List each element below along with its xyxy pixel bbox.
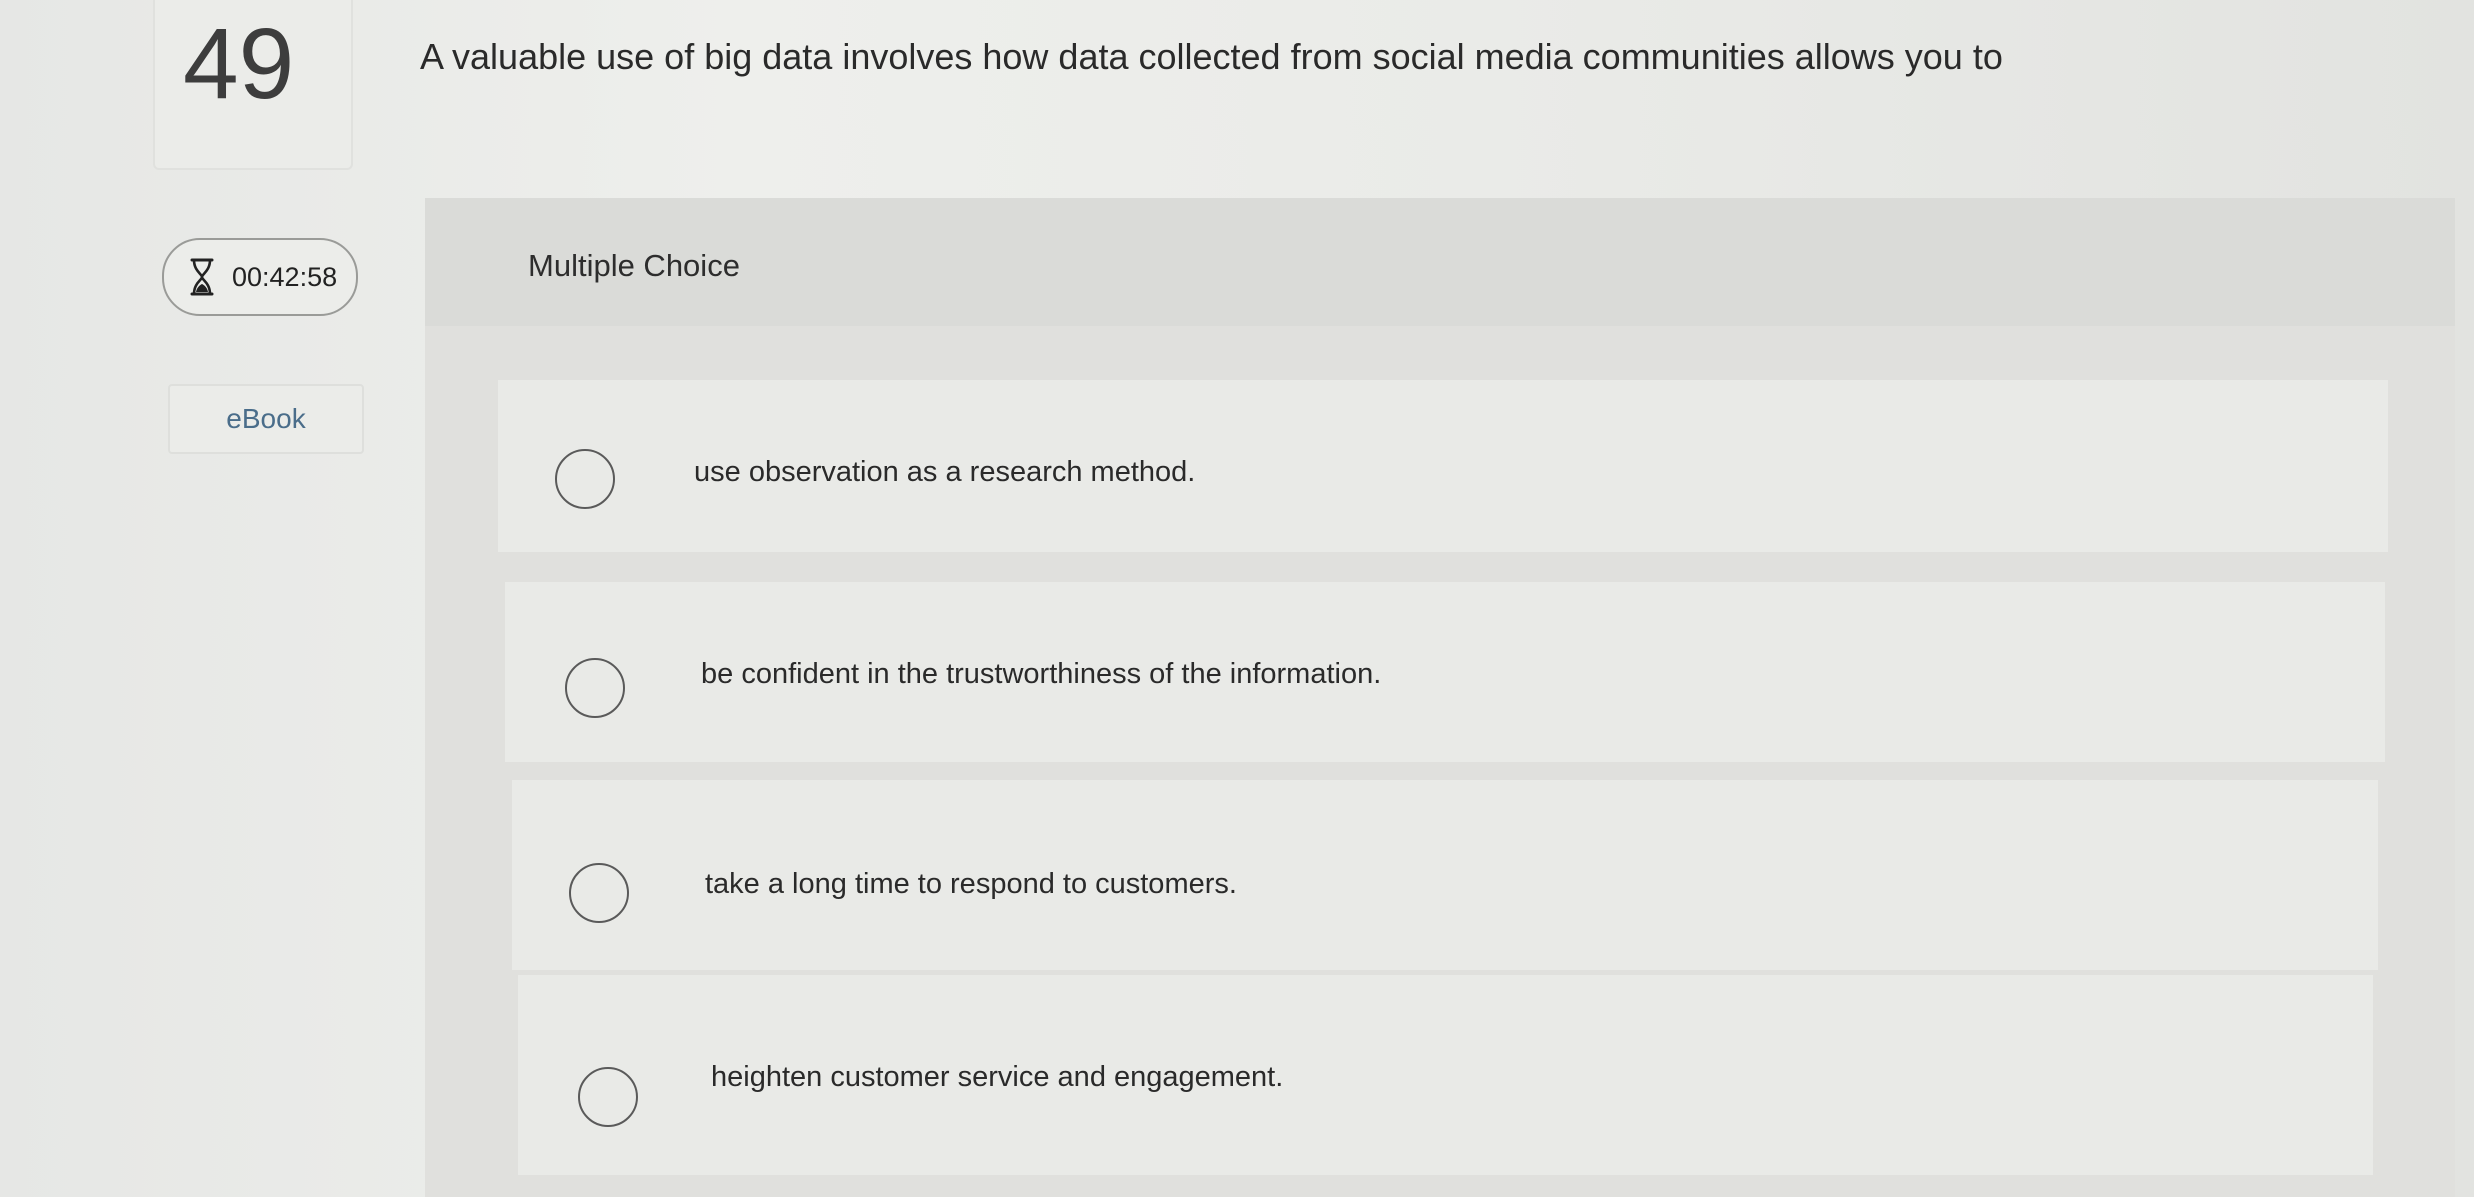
answer-option[interactable]: be confident in the trustworthiness of t… — [505, 582, 2385, 762]
timer-value: 00:42:58 — [232, 261, 338, 292]
radio-button[interactable] — [569, 863, 629, 923]
radio-button[interactable] — [565, 658, 625, 718]
question-type-label: Multiple Choice — [528, 248, 740, 283]
answer-option[interactable]: use observation as a research method. — [498, 380, 2388, 552]
answer-option-text: use observation as a research method. — [694, 456, 1196, 488]
radio-button[interactable] — [555, 449, 615, 509]
timer-badge[interactable]: 00:42:58 — [162, 238, 358, 316]
answer-option-text: heighten customer service and engagement… — [711, 1061, 1284, 1093]
answer-option[interactable]: heighten customer service and engagement… — [518, 975, 2373, 1175]
radio-button[interactable] — [578, 1067, 638, 1127]
hourglass-icon — [188, 257, 216, 297]
question-number: 49 — [183, 8, 295, 120]
answer-option-text: take a long time to respond to customers… — [705, 868, 1237, 900]
ebook-button[interactable]: eBook — [168, 384, 364, 454]
answer-option-text: be confident in the trustworthiness of t… — [701, 658, 1382, 690]
answer-option[interactable]: take a long time to respond to customers… — [512, 780, 2378, 970]
question-text: A valuable use of big data involves how … — [420, 36, 2003, 77]
